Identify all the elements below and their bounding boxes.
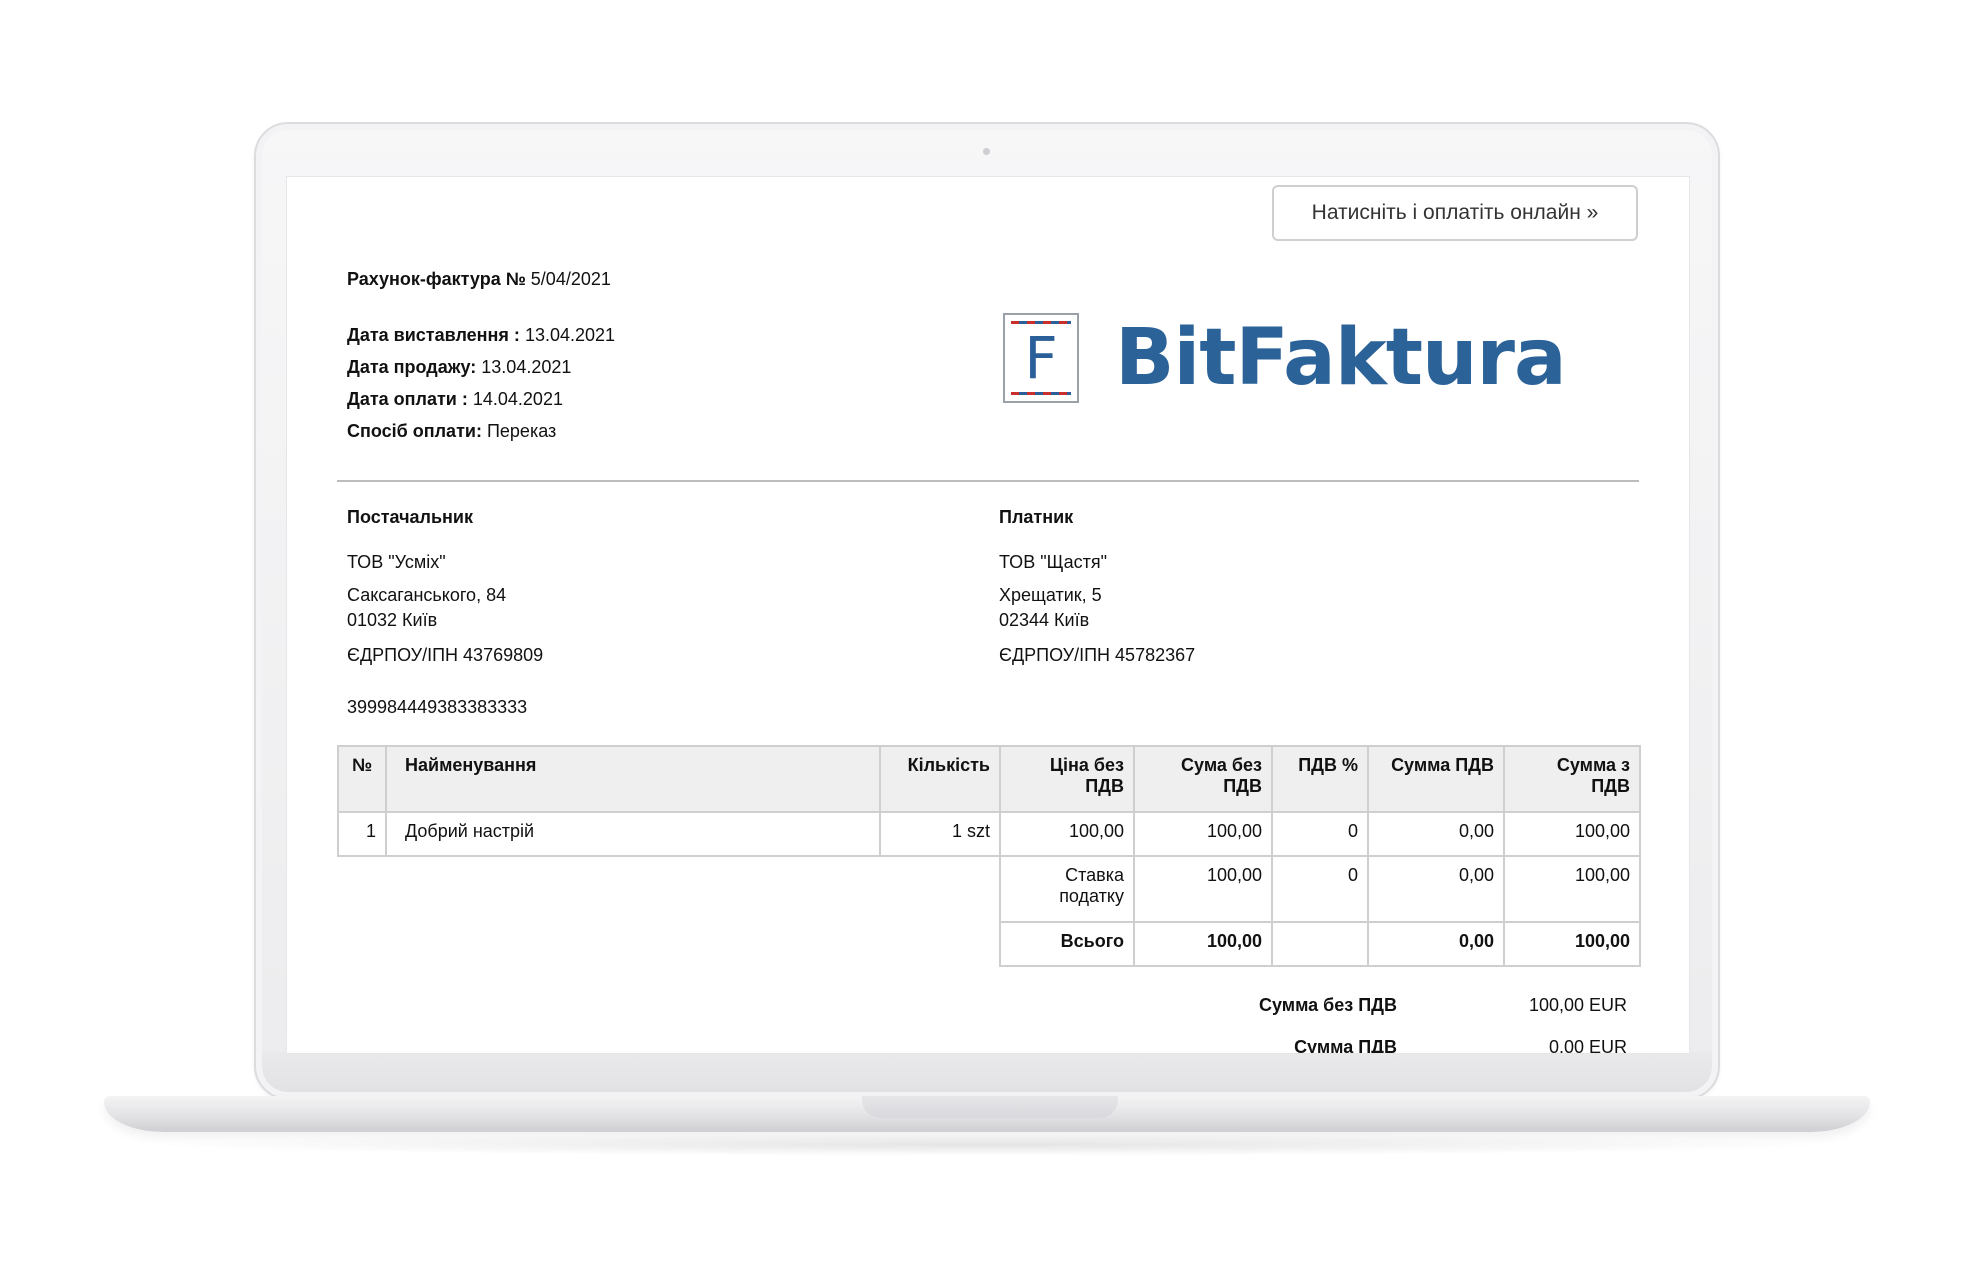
logo-envelope-icon: F	[1003, 313, 1079, 403]
tax-rate-sum-net: 100,00	[1133, 855, 1273, 923]
col-header-price-net: Ціна без ПДВ	[999, 745, 1135, 813]
summary-vat-value: 0,00 EUR	[1548, 1037, 1627, 1054]
header-divider	[337, 480, 1639, 482]
laptop-shadow	[140, 1134, 1840, 1156]
logo-text: BitFaktura	[1115, 313, 1567, 403]
total-row: Всього 100,00 0,00 100,00	[338, 921, 1641, 967]
supplier-block: Постачальник ТОВ "Усміх" Саксаганського,…	[347, 507, 543, 666]
total-vat-sum: 0,00	[1367, 921, 1505, 967]
invoice-title: Рахунок-фактура № 5/04/2021	[347, 269, 611, 290]
payment-method-value: Переказ	[486, 421, 557, 441]
invoice-items-table: № Найменування Кількість Ціна без ПДВ Су…	[337, 745, 1641, 967]
camera-dot	[983, 148, 990, 155]
payer-street: Хрещатик, 5	[999, 585, 1102, 605]
invoice-title-label: Рахунок-фактура №	[347, 269, 526, 289]
laptop-screen: Натисніть і оплатіть онлайн » Рахунок-фа…	[286, 176, 1690, 1054]
cell-vat-sum: 0,00	[1367, 811, 1505, 857]
tax-rate-row: Ставка податку 100,00 0 0,00 100,00	[338, 855, 1641, 923]
sale-date-row: Дата продажу: 13.04.2021	[347, 357, 571, 378]
summary-vat-label: Сумма ПДВ	[1294, 1037, 1397, 1054]
tax-rate-vat-pct: 0	[1271, 855, 1369, 923]
cell-sum-gross: 100,00	[1503, 811, 1641, 857]
summary-net-value: 100,00 EUR	[1528, 995, 1627, 1015]
col-header-name: Найменування	[385, 745, 881, 813]
issue-date-value: 13.04.2021	[524, 325, 616, 345]
issue-date-label: Дата виставлення :	[347, 325, 520, 345]
total-vat-pct	[1271, 921, 1369, 967]
table-row: 1 Добрий настрій 1 szt 100,00 100,00 0 0…	[337, 811, 1641, 857]
tax-rate-label: Ставка податку	[999, 855, 1135, 923]
cell-vat-pct: 0	[1271, 811, 1369, 857]
table-header-row: № Найменування Кількість Ціна без ПДВ Су…	[337, 745, 1641, 813]
col-header-vat-sum: Сумма ПДВ	[1367, 745, 1505, 813]
cell-qty: 1 szt	[879, 811, 1001, 857]
sale-date-label: Дата продажу:	[347, 357, 477, 377]
payment-method-row: Спосіб оплати: Переказ	[347, 421, 556, 442]
col-header-sum-net: Сума без ПДВ	[1133, 745, 1273, 813]
supplier-tax-id: ЄДРПОУ/ІПН 43769809	[347, 645, 544, 665]
tax-rate-vat-sum: 0,00	[1367, 855, 1505, 923]
payment-date-label: Дата оплати :	[347, 389, 468, 409]
invoice-number: 5/04/2021	[530, 269, 611, 289]
blank-cell	[338, 856, 1000, 922]
payment-date-row: Дата оплати : 14.04.2021	[347, 389, 563, 410]
payer-block: Платник ТОВ "Щастя" Хрещатик, 5 02344 Ки…	[999, 507, 1195, 666]
cell-no: 1	[337, 811, 387, 857]
bank-account-number: 399984449383383333	[347, 697, 528, 717]
supplier-city: 01032 Київ	[347, 610, 438, 630]
laptop-notch	[862, 1096, 1118, 1118]
laptop-chin	[262, 1052, 1712, 1092]
total-sum-gross: 100,00	[1503, 921, 1641, 967]
cell-name: Добрий настрій	[385, 811, 881, 857]
logo-letter: F	[1024, 324, 1058, 392]
col-header-no: №	[337, 745, 387, 813]
col-header-sum-gross: Сумма з ПДВ	[1503, 745, 1641, 813]
total-label: Всього	[999, 921, 1135, 967]
cell-price-net: 100,00	[999, 811, 1135, 857]
supplier-street: Саксаганського, 84	[347, 585, 507, 605]
col-header-vat-pct: ПДВ %	[1271, 745, 1369, 813]
tax-rate-sum-gross: 100,00	[1503, 855, 1641, 923]
payer-city: 02344 Київ	[999, 610, 1090, 630]
cell-sum-net: 100,00	[1133, 811, 1273, 857]
payer-heading: Платник	[999, 507, 1074, 527]
summary-net-row: Сумма без ПДВ 100,00 EUR	[1007, 995, 1627, 1016]
payer-name: ТОВ "Щастя"	[999, 552, 1108, 572]
supplier-heading: Постачальник	[347, 507, 473, 527]
payment-method-label: Спосіб оплати:	[347, 421, 482, 441]
payer-tax-id: ЄДРПОУ/ІПН 45782367	[999, 645, 1196, 665]
total-sum-net: 100,00	[1133, 921, 1273, 967]
sale-date-value: 13.04.2021	[481, 357, 572, 377]
summary-vat-row: Сумма ПДВ 0,00 EUR	[1007, 1037, 1627, 1054]
bitfaktura-logo: F BitFaktura	[1003, 313, 1567, 403]
supplier-name: ТОВ "Усміх"	[347, 552, 446, 572]
issue-date-row: Дата виставлення : 13.04.2021	[347, 325, 615, 346]
summary-net-label: Сумма без ПДВ	[1258, 995, 1397, 1015]
pay-online-button[interactable]: Натисніть і оплатіть онлайн »	[1272, 185, 1638, 241]
payment-date-value: 14.04.2021	[472, 389, 563, 409]
blank-cell	[338, 922, 1000, 966]
col-header-qty: Кількість	[879, 745, 1001, 813]
